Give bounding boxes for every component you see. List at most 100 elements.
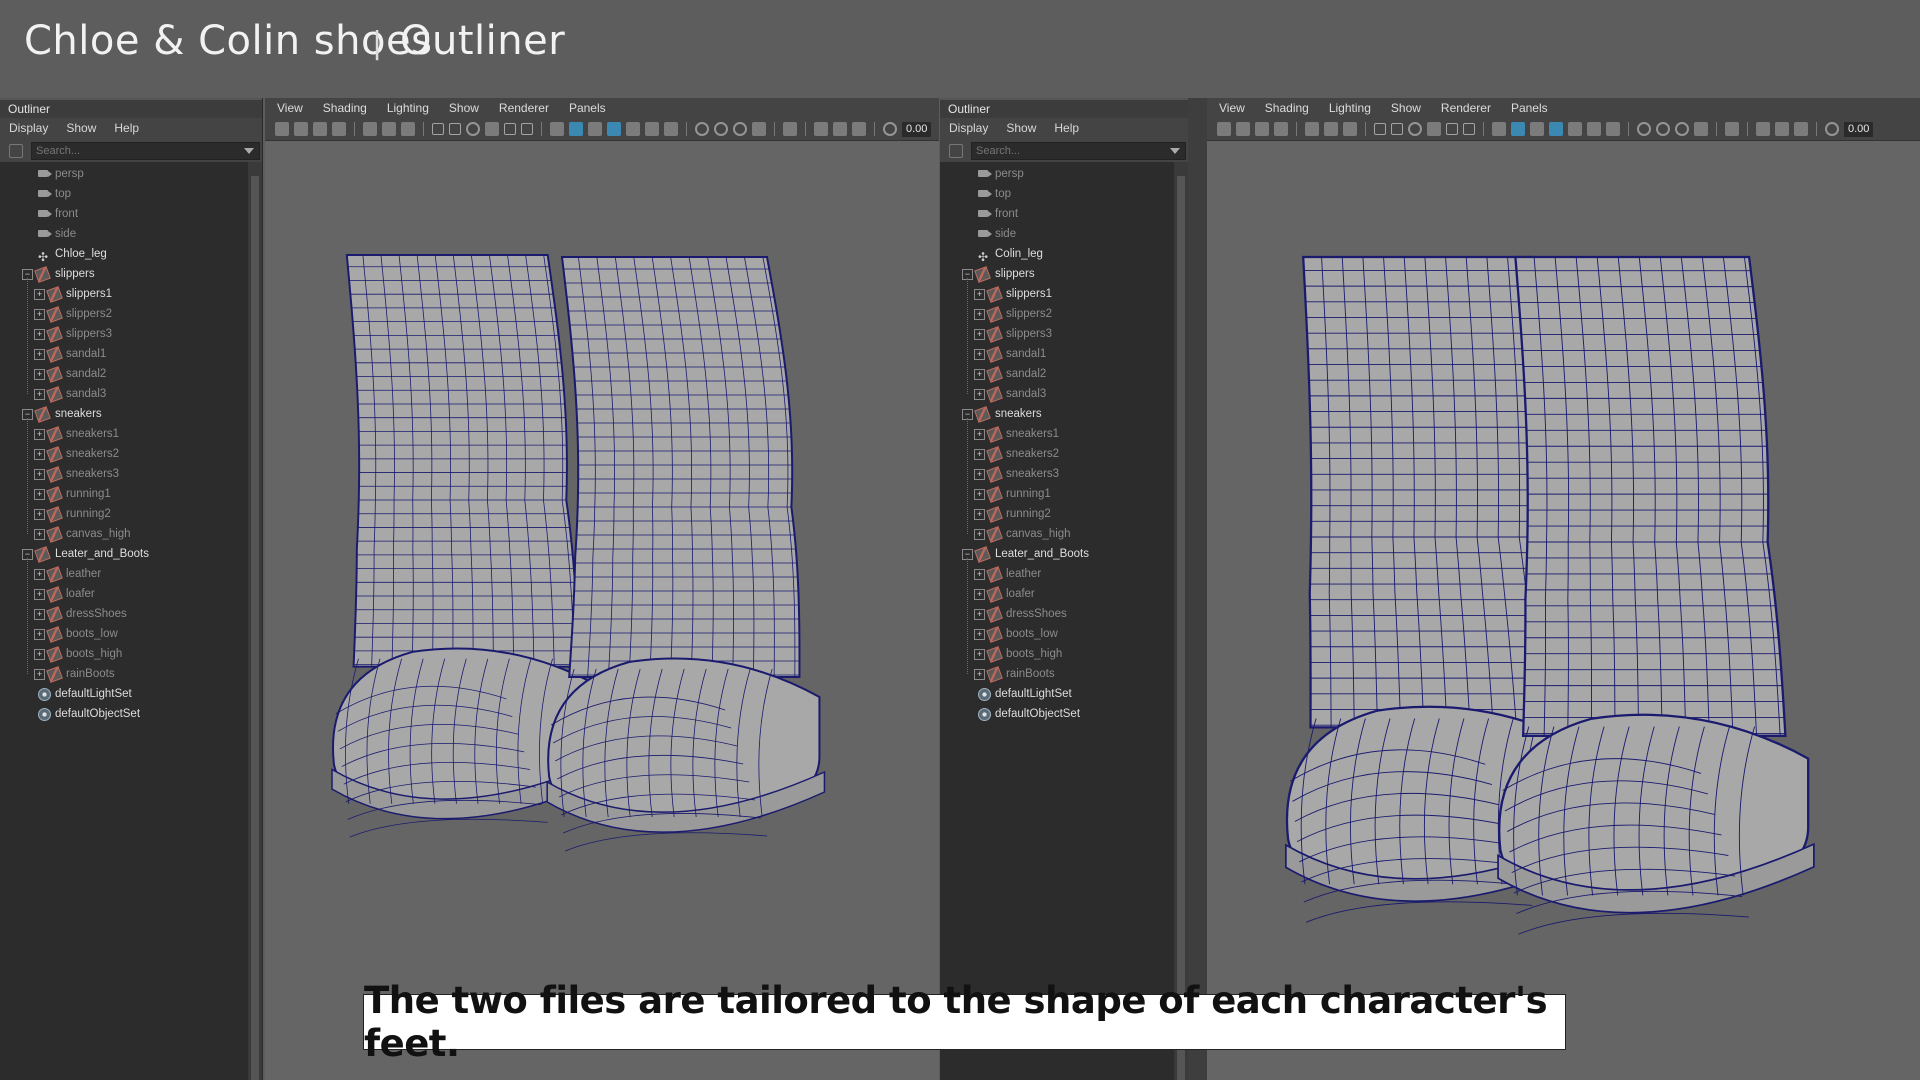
expand-icon[interactable]: + xyxy=(34,589,45,600)
outliner-item[interactable]: + sneakers2 xyxy=(0,444,248,464)
toolbar-tool-icon[interactable] xyxy=(449,123,461,135)
outliner-item[interactable]: − Leater_and_Boots xyxy=(0,544,248,564)
toolbar-tool-icon[interactable] xyxy=(1637,122,1651,136)
expand-icon[interactable]: + xyxy=(34,529,45,540)
expand-icon[interactable]: + xyxy=(34,309,45,320)
toolbar-tool-icon[interactable] xyxy=(1549,122,1563,136)
toolbar-tool-icon[interactable] xyxy=(833,122,847,136)
menu-help[interactable]: Help xyxy=(114,118,139,138)
toolbar-tool-icon[interactable] xyxy=(504,123,516,135)
outliner-item[interactable]: top xyxy=(0,184,248,204)
outliner-item[interactable]: + sneakers2 xyxy=(940,444,1174,464)
expand-icon[interactable]: + xyxy=(34,349,45,360)
menu-renderer[interactable]: Renderer xyxy=(1441,98,1491,118)
filter-icon[interactable] xyxy=(949,144,963,158)
toolbar-tool-icon[interactable] xyxy=(1656,122,1670,136)
toolbar-tool-icon[interactable] xyxy=(1587,122,1601,136)
chevron-down-icon[interactable] xyxy=(244,148,254,154)
toolbar-tool-icon[interactable] xyxy=(1675,122,1689,136)
menu-display[interactable]: Display xyxy=(9,118,48,138)
toolbar-tool-icon[interactable] xyxy=(275,122,289,136)
outliner-item[interactable]: ✣ Chloe_leg xyxy=(0,244,248,264)
chevron-down-icon[interactable] xyxy=(1170,148,1180,154)
outliner-item[interactable]: + dressShoes xyxy=(940,604,1174,624)
menu-renderer[interactable]: Renderer xyxy=(499,98,549,118)
toolbar-tool-icon[interactable] xyxy=(1255,122,1269,136)
toolbar-tool-icon[interactable] xyxy=(521,123,533,135)
expand-icon[interactable]: + xyxy=(34,329,45,340)
toolbar-tool-icon[interactable] xyxy=(852,122,866,136)
expand-icon[interactable]: + xyxy=(34,669,45,680)
toolbar-tool-icon[interactable] xyxy=(382,122,396,136)
expand-icon[interactable]: + xyxy=(974,389,985,400)
outliner-item[interactable]: + leather xyxy=(0,564,248,584)
viewport-left[interactable]: View Shading Lighting Show Renderer Pane… xyxy=(265,98,939,1080)
outliner-item[interactable]: + sandal2 xyxy=(0,364,248,384)
menu-shading[interactable]: Shading xyxy=(1265,98,1309,118)
outliner-item[interactable]: front xyxy=(940,204,1174,224)
outliner-item[interactable]: + boots_high xyxy=(0,644,248,664)
menu-show[interactable]: Show xyxy=(1006,118,1036,138)
toolbar-tool-icon[interactable] xyxy=(1530,122,1544,136)
menu-view[interactable]: View xyxy=(277,98,303,118)
outliner-item[interactable]: ✣ Colin_leg xyxy=(940,244,1174,264)
outliner-item[interactable]: + sneakers3 xyxy=(940,464,1174,484)
outliner-item[interactable]: side xyxy=(0,224,248,244)
toolbar-tool-icon[interactable] xyxy=(432,123,444,135)
menu-show[interactable]: Show xyxy=(1391,98,1421,118)
expand-icon[interactable]: + xyxy=(34,629,45,640)
expand-icon[interactable]: + xyxy=(974,589,985,600)
outliner-item[interactable]: + rainBoots xyxy=(940,664,1174,684)
outliner-item[interactable]: + rainBoots xyxy=(0,664,248,684)
toolbar-tool-icon[interactable] xyxy=(883,122,897,136)
outliner-item[interactable]: + boots_low xyxy=(0,624,248,644)
expand-icon[interactable]: + xyxy=(34,489,45,500)
outliner-item[interactable]: + boots_low xyxy=(940,624,1174,644)
expand-icon[interactable]: + xyxy=(974,329,985,340)
outliner-item[interactable]: + slippers1 xyxy=(940,284,1174,304)
expand-icon[interactable]: + xyxy=(974,289,985,300)
outliner-item[interactable]: − slippers xyxy=(940,264,1174,284)
toolbar-tool-icon[interactable] xyxy=(485,122,499,136)
toolbar-tool-icon[interactable] xyxy=(664,122,678,136)
outliner-item[interactable]: + running1 xyxy=(940,484,1174,504)
menu-help[interactable]: Help xyxy=(1054,118,1079,138)
toolbar-tool-icon[interactable] xyxy=(645,122,659,136)
outliner-item[interactable]: + loafer xyxy=(0,584,248,604)
outliner-item[interactable]: + slippers3 xyxy=(0,324,248,344)
toolbar-tool-icon[interactable] xyxy=(1511,122,1525,136)
expand-icon[interactable]: + xyxy=(34,429,45,440)
menu-lighting[interactable]: Lighting xyxy=(1329,98,1371,118)
outliner-scrollbar[interactable] xyxy=(248,162,262,1080)
expand-icon[interactable]: + xyxy=(34,649,45,660)
outliner-item[interactable]: + sneakers3 xyxy=(0,464,248,484)
viewport-scene[interactable] xyxy=(265,140,939,1080)
expand-icon[interactable]: + xyxy=(974,609,985,620)
outliner-item[interactable]: + sandal2 xyxy=(940,364,1174,384)
expand-icon[interactable]: + xyxy=(974,449,985,460)
outliner-item[interactable]: + running2 xyxy=(940,504,1174,524)
toolbar-tool-icon[interactable] xyxy=(466,122,480,136)
outliner-item[interactable]: defaultObjectSet xyxy=(940,704,1174,724)
toolbar-tool-icon[interactable] xyxy=(607,122,621,136)
outliner-search-input[interactable] xyxy=(31,142,260,160)
toolbar-tool-icon[interactable] xyxy=(294,122,308,136)
toolbar-tool-icon[interactable] xyxy=(1217,122,1231,136)
outliner-item[interactable]: + sandal3 xyxy=(0,384,248,404)
outliner-item[interactable]: + slippers2 xyxy=(940,304,1174,324)
outliner-item[interactable]: + loafer xyxy=(940,584,1174,604)
viewport-scene[interactable] xyxy=(1207,140,1920,1080)
menu-show[interactable]: Show xyxy=(66,118,96,138)
outliner-item[interactable]: top xyxy=(940,184,1174,204)
filter-icon[interactable] xyxy=(9,144,23,158)
outliner-item[interactable]: + slippers2 xyxy=(0,304,248,324)
toolbar-tool-icon[interactable] xyxy=(1775,122,1789,136)
toolbar-tool-icon[interactable] xyxy=(1427,122,1441,136)
outliner-item[interactable]: + slippers3 xyxy=(940,324,1174,344)
toolbar-tool-icon[interactable] xyxy=(588,122,602,136)
outliner-item[interactable]: side xyxy=(940,224,1174,244)
expand-icon[interactable]: + xyxy=(34,469,45,480)
expand-icon[interactable]: + xyxy=(34,289,45,300)
toolbar-tool-icon[interactable] xyxy=(1374,123,1386,135)
viewport-right[interactable]: View Shading Lighting Show Renderer Pane… xyxy=(1207,98,1920,1080)
